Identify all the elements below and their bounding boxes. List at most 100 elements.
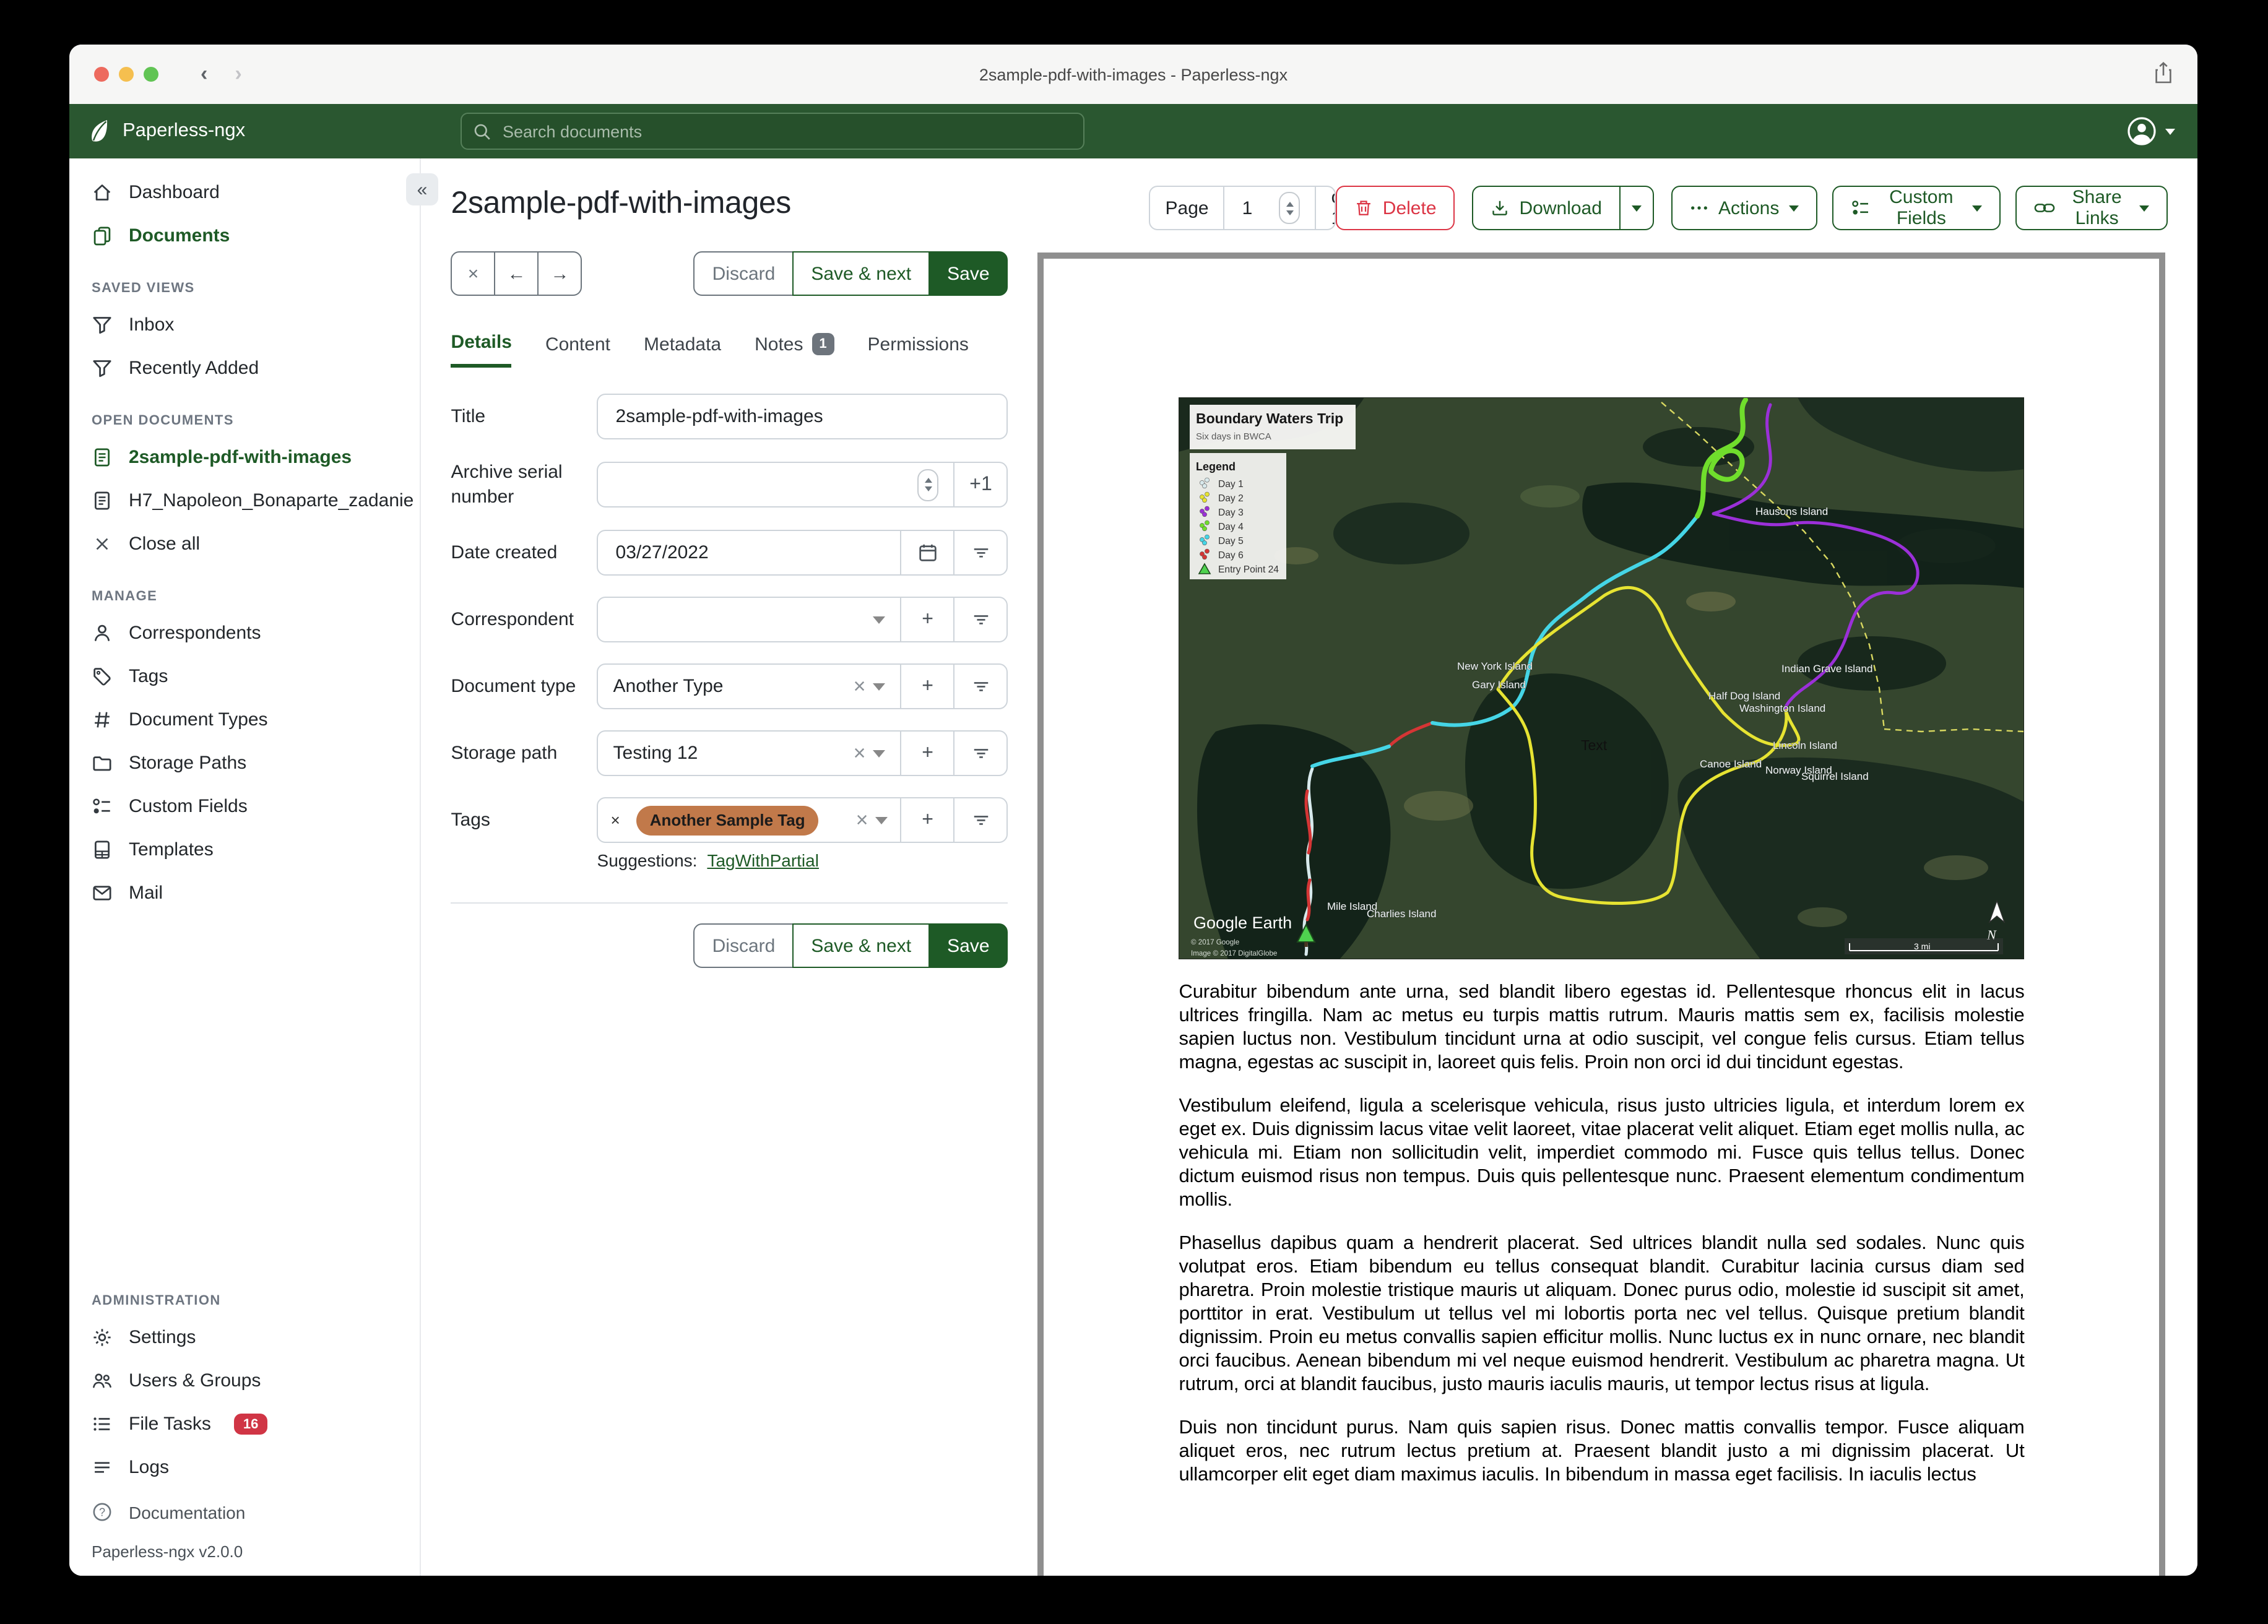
title-field[interactable] <box>613 405 992 428</box>
correspondent-select[interactable] <box>597 597 902 642</box>
document-type-select[interactable]: Another Type × <box>597 663 902 709</box>
download-button[interactable]: Download <box>1472 186 1621 230</box>
sidebar-item-recently-added[interactable]: Recently Added <box>69 347 420 390</box>
tab-metadata[interactable]: Metadata <box>644 332 721 368</box>
tags-add-button[interactable]: + <box>900 797 955 843</box>
pdf-paragraph: Duis non tincidunt purus. Nam quis sapie… <box>1179 1417 2025 1485</box>
bottom-save-button[interactable]: Save <box>928 923 1008 968</box>
document-type-filter-button[interactable] <box>953 663 1008 709</box>
save-and-next-button[interactable]: Save & next <box>792 251 930 296</box>
filter-lines-icon <box>972 677 990 696</box>
sidebar-item-open-doc-2[interactable]: H7_Napoleon_Bonaparte_zadanie <box>69 479 420 522</box>
discard-button[interactable]: Discard <box>693 251 794 296</box>
svg-text:Entry Point 24: Entry Point 24 <box>1219 564 1279 575</box>
sidebar-item-inbox[interactable]: Inbox <box>69 303 420 347</box>
filter-lines-icon <box>972 543 990 562</box>
form-row-correspondent: Correspondent + <box>451 597 1008 642</box>
close-document-button[interactable]: × <box>451 251 496 296</box>
brand[interactable]: Paperless-ngx <box>87 119 245 144</box>
search-icon <box>473 122 491 140</box>
sidebar-item-custom-fields[interactable]: Custom Fields <box>69 785 420 828</box>
asn-plus-one-button[interactable]: +1 <box>953 462 1008 508</box>
scale-label: 3 mi <box>1915 941 1931 951</box>
tags-select[interactable]: × Another Sample Tag × <box>597 797 902 843</box>
sidebar-item-dashboard[interactable]: Dashboard <box>69 171 420 214</box>
tag-chip[interactable]: Another Sample Tag <box>636 805 819 835</box>
map-label: Squirrel Island <box>1802 771 1869 782</box>
correspondent-add-button[interactable]: + <box>900 597 955 642</box>
next-document-button[interactable]: → <box>537 251 582 296</box>
sidebar-collapse-button[interactable]: « <box>406 173 438 205</box>
save-button[interactable]: Save <box>928 251 1008 296</box>
previous-document-button[interactable]: ← <box>494 251 539 296</box>
chevron-down-icon <box>2139 205 2149 211</box>
titlebar: ‹ › 2sample-pdf-with-images - Paperless-… <box>69 45 2197 104</box>
sidebar-item-storage-paths[interactable]: Storage Paths <box>69 741 420 785</box>
form-row-asn: Archive serial number +1 <box>451 460 1008 509</box>
sidebar-item-documents[interactable]: Documents <box>69 214 420 257</box>
pdf-preview-frame[interactable]: Hausons Island New York Island Gary Isla… <box>1037 253 2166 1576</box>
search-input[interactable] <box>500 121 1072 142</box>
user-menu[interactable] <box>2127 116 2175 146</box>
storage-path-filter-button[interactable] <box>953 730 1008 776</box>
share-links-button[interactable]: Share Links <box>2015 186 2168 230</box>
documentation-link[interactable]: ? Documentation <box>69 1489 420 1535</box>
chip-remove-icon[interactable]: × <box>611 811 620 829</box>
actions-button[interactable]: Actions <box>1671 186 1818 230</box>
document-type-add-button[interactable]: + <box>900 663 955 709</box>
date-created-field[interactable] <box>613 541 886 564</box>
sidebar-item-mail[interactable]: Mail <box>69 871 420 915</box>
tag-icon <box>92 666 113 687</box>
detail-form: Title Archive serial number <box>451 394 1008 968</box>
sidebar-item-correspondents[interactable]: Correspondents <box>69 611 420 655</box>
clear-icon[interactable]: × <box>854 741 866 766</box>
sidebar-item-settings[interactable]: Settings <box>69 1316 420 1359</box>
clear-icon[interactable]: × <box>856 808 868 832</box>
bottom-discard-button[interactable]: Discard <box>693 923 794 968</box>
tab-content[interactable]: Content <box>545 332 610 368</box>
chevron-down-icon <box>873 683 886 690</box>
storage-path-select[interactable]: Testing 12 × <box>597 730 902 776</box>
bottom-save-and-next-button[interactable]: Save & next <box>792 923 930 968</box>
app-navbar: Paperless-ngx <box>69 104 2197 158</box>
ellipsis-icon <box>1690 204 1708 212</box>
chevron-down-icon <box>2165 128 2175 134</box>
page-label: Page <box>1165 197 1209 218</box>
clear-icon[interactable]: × <box>854 674 866 699</box>
sidebar-item-document-types[interactable]: Document Types <box>69 698 420 741</box>
asn-stepper[interactable] <box>917 469 939 501</box>
chevron-down-icon <box>875 816 888 824</box>
suggestion-link[interactable]: TagWithPartial <box>707 850 819 870</box>
tab-details[interactable]: Details <box>451 332 512 368</box>
tab-notes[interactable]: Notes 1 <box>755 332 834 368</box>
date-filter-button[interactable] <box>953 530 1008 576</box>
page-stepper[interactable] <box>1279 192 1301 224</box>
calendar-button[interactable] <box>900 530 955 576</box>
map-label: Half Dog Island <box>1709 690 1781 702</box>
correspondent-filter-button[interactable] <box>953 597 1008 642</box>
sidebar-item-close-all[interactable]: Close all <box>69 522 420 566</box>
download-options-button[interactable] <box>1619 186 1654 230</box>
storage-path-value: Testing 12 <box>613 743 698 764</box>
form-divider <box>451 902 1008 904</box>
sidebar-item-open-doc-1[interactable]: 2sample-pdf-with-images <box>69 436 420 479</box>
delete-button[interactable]: Delete <box>1335 186 1455 230</box>
form-row-date-created: Date created <box>451 530 1008 576</box>
page-number-input[interactable] <box>1239 196 1270 220</box>
share-icon[interactable] <box>2154 62 2173 84</box>
sidebar-item-users-groups[interactable]: Users & Groups <box>69 1359 420 1402</box>
sidebar-item-templates[interactable]: Templates <box>69 828 420 871</box>
storage-path-add-button[interactable]: + <box>900 730 955 776</box>
sidebar-item-tags[interactable]: Tags <box>69 655 420 698</box>
asn-field[interactable] <box>613 473 911 496</box>
sidebar-item-logs[interactable]: Logs <box>69 1446 420 1489</box>
tab-permissions[interactable]: Permissions <box>868 332 969 368</box>
search-box[interactable] <box>461 113 1084 150</box>
tags-filter-button[interactable] <box>953 797 1008 843</box>
bottom-save-group: Discard Save & next Save <box>693 923 1008 968</box>
sidebar-item-file-tasks[interactable]: File Tasks 16 <box>69 1402 420 1446</box>
correspondent-label: Correspondent <box>451 608 574 630</box>
asn-field-wrap <box>597 462 955 508</box>
custom-fields-button[interactable]: Custom Fields <box>1832 186 2001 230</box>
map-legend: Legend Day 1 Day 2 Day 3 Day 4 Day 5 Day… <box>1190 453 1287 579</box>
